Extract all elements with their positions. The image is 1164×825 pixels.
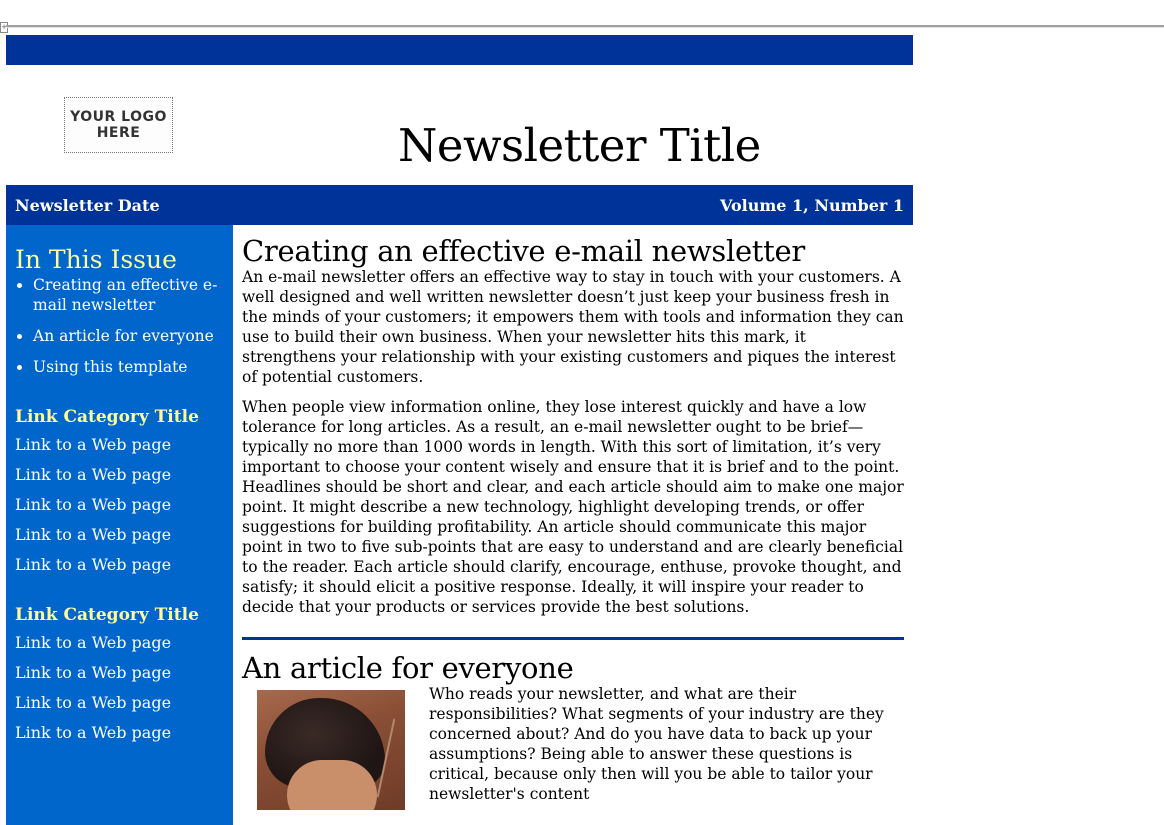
- date-bar: Newsletter Date Volume 1, Number 1: [6, 185, 913, 225]
- web-link[interactable]: Link to a Web page: [15, 435, 224, 455]
- issue-item: Using this template: [33, 357, 224, 377]
- issue-item: Creating an effective e-mail newsletter: [33, 275, 224, 315]
- issue-link[interactable]: Using this template: [33, 358, 187, 376]
- article-title: Creating an effective e-mail newsletter: [242, 234, 805, 268]
- article-title: An article for everyone: [242, 651, 574, 685]
- issue-list: Creating an effective e-mail newsletter …: [15, 275, 224, 377]
- web-link[interactable]: Link to a Web page: [15, 465, 224, 485]
- link-category-title: Link Category Title: [15, 605, 199, 625]
- article-paragraph: An e-mail newsletter offers an effective…: [242, 268, 904, 386]
- web-link[interactable]: Link to a Web page: [15, 495, 224, 515]
- horizontal-rule: [6, 25, 1164, 28]
- article-photo: [257, 690, 405, 810]
- logo-text: YOUR LOGO HERE: [70, 109, 167, 141]
- link-category-title: Link Category Title: [15, 407, 199, 427]
- link-category: Link Category Title Link to a Web page L…: [15, 407, 224, 575]
- volume-number: Volume 1, Number 1: [720, 195, 904, 215]
- web-link[interactable]: Link to a Web page: [15, 525, 224, 545]
- main-content: Creating an effective e-mail newsletter …: [233, 225, 913, 825]
- article-divider: [242, 637, 904, 640]
- web-link[interactable]: Link to a Web page: [15, 555, 224, 575]
- article-paragraph: When people view information online, the…: [242, 398, 904, 616]
- in-this-issue-heading: In This Issue: [15, 245, 177, 274]
- link-category: Link Category Title Link to a Web page L…: [15, 605, 224, 743]
- top-color-bar: [6, 35, 913, 65]
- issue-link[interactable]: An article for everyone: [33, 327, 214, 345]
- newsletter-date: Newsletter Date: [15, 195, 160, 215]
- newsletter: YOUR LOGO HERE Newsletter Title Newslett…: [6, 35, 913, 825]
- web-link[interactable]: Link to a Web page: [15, 693, 224, 713]
- web-link[interactable]: Link to a Web page: [15, 633, 224, 653]
- newsletter-title: Newsletter Title: [398, 119, 761, 172]
- issue-link[interactable]: Creating an effective e-mail newsletter: [33, 276, 217, 314]
- article-paragraph: Who reads your newsletter, and what are …: [429, 685, 884, 803]
- sidebar: In This Issue Creating an effective e-ma…: [6, 225, 233, 825]
- web-link[interactable]: Link to a Web page: [15, 723, 224, 743]
- masthead: YOUR LOGO HERE Newsletter Title: [6, 65, 913, 185]
- issue-item: An article for everyone: [33, 326, 224, 346]
- logo-placeholder: YOUR LOGO HERE: [64, 97, 173, 153]
- web-link[interactable]: Link to a Web page: [15, 663, 224, 683]
